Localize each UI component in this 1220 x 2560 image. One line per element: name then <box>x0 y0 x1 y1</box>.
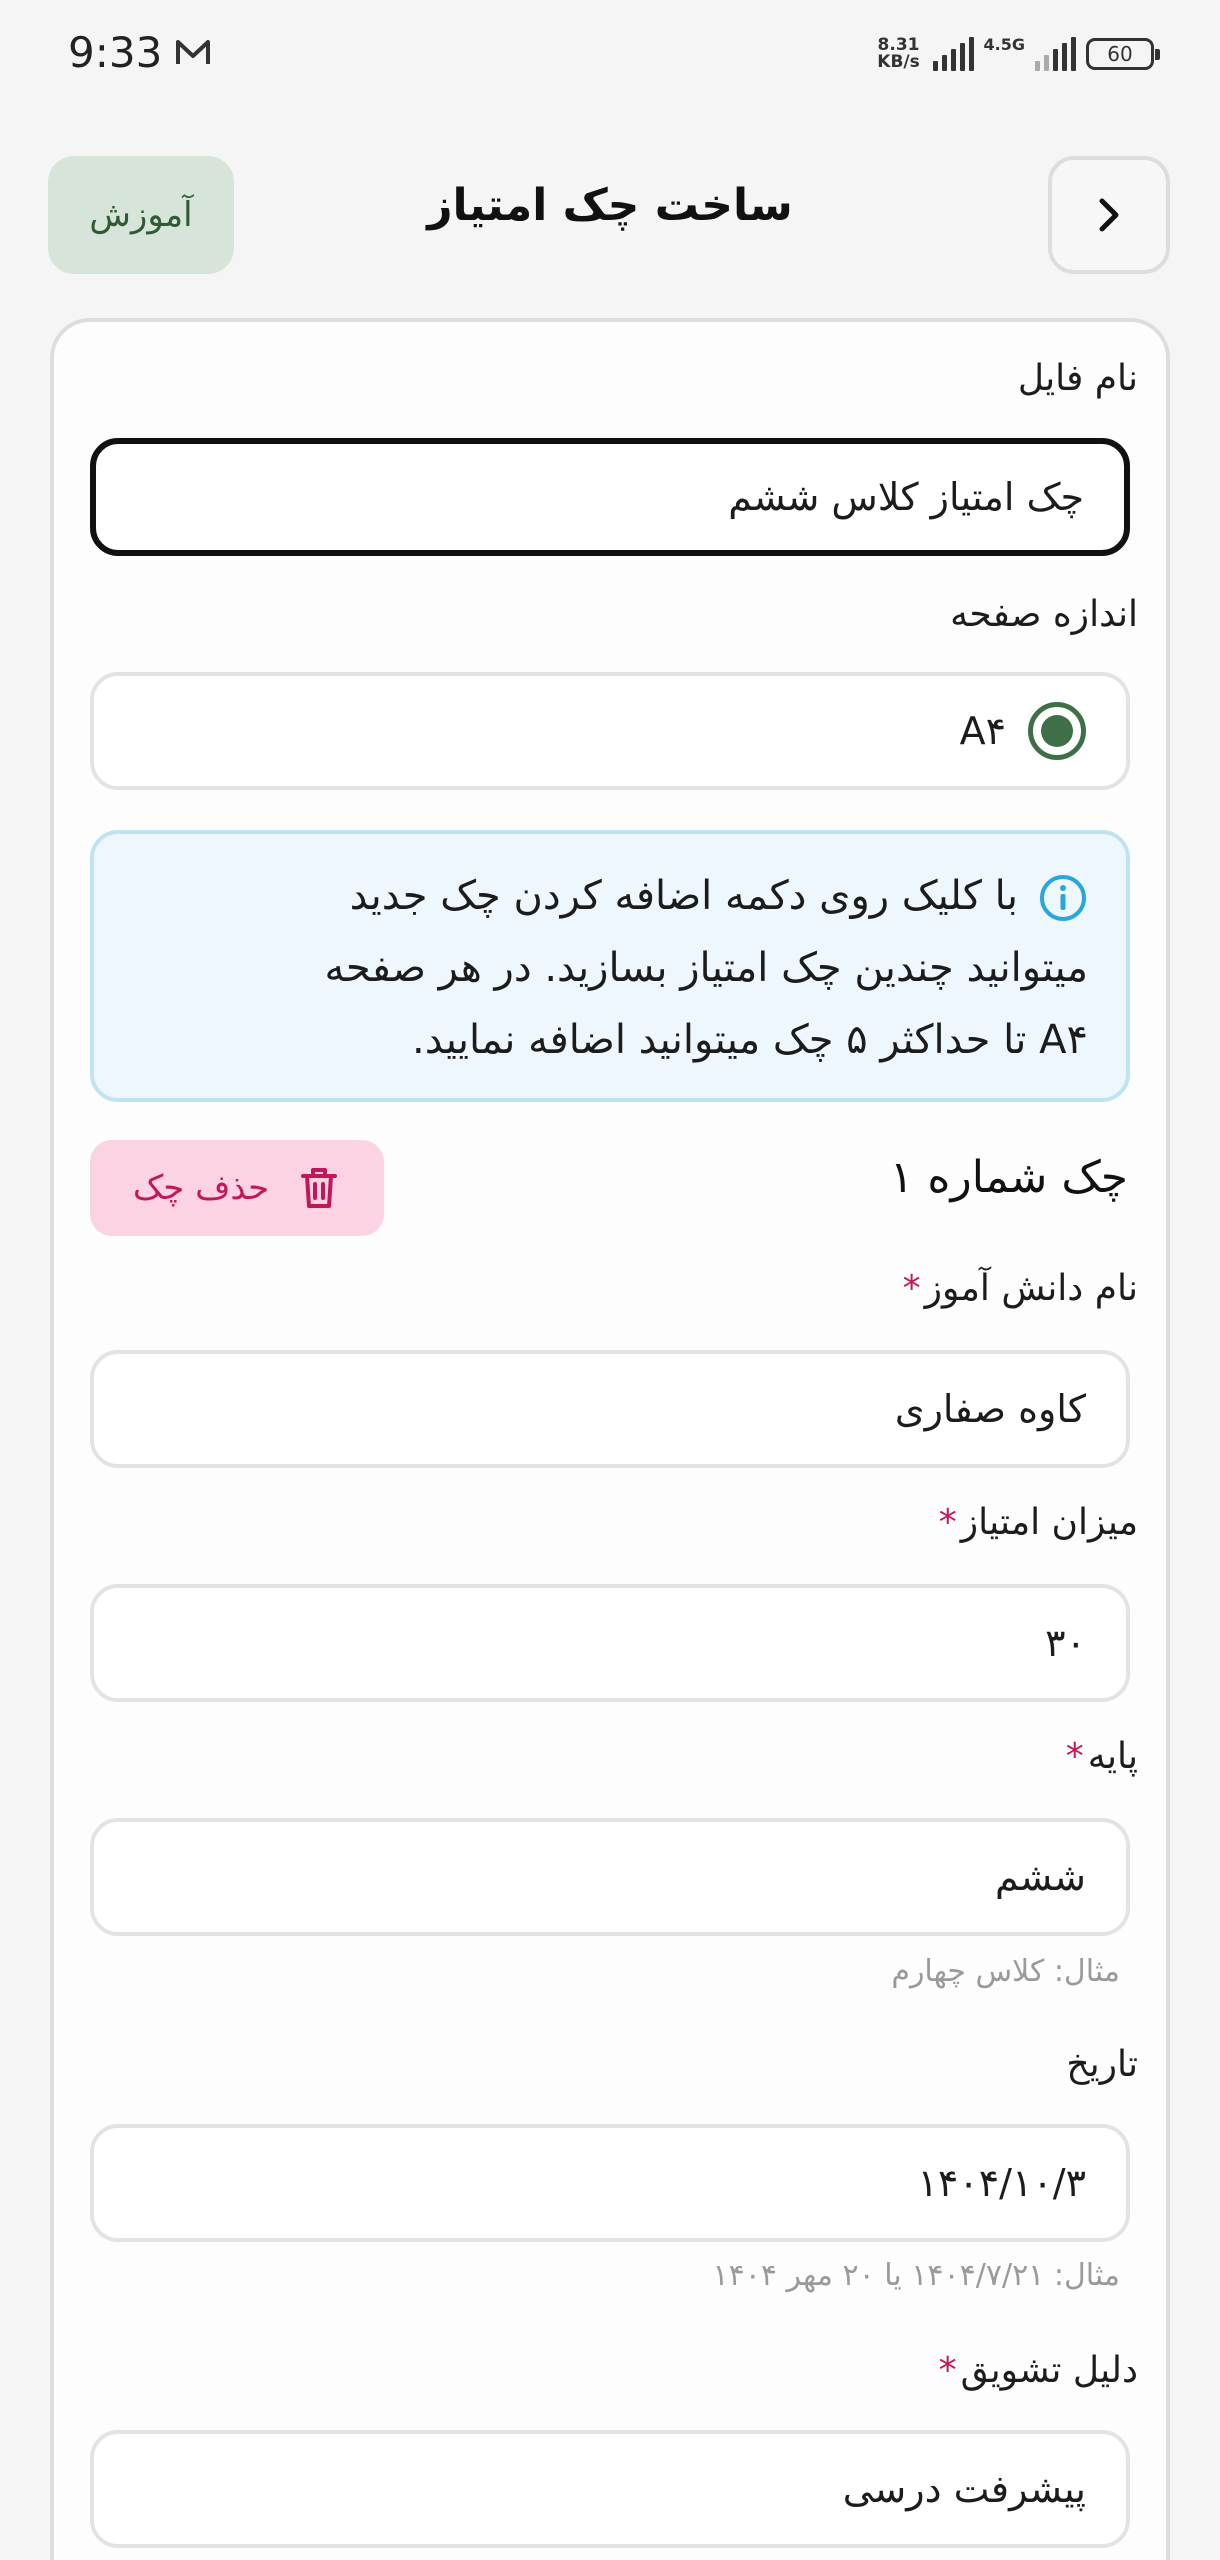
delete-check-label: حذف چک <box>132 1168 270 1208</box>
radio-selected-icon[interactable] <box>1028 702 1086 760</box>
network-type: 4.5G <box>983 34 1025 54</box>
score-label: میزان امتیاز* <box>939 1502 1138 1543</box>
info-icon <box>1040 875 1086 921</box>
file-name-input[interactable]: چک امتیاز کلاس ششم <box>90 438 1130 556</box>
date-input[interactable]: ۱۴۰۴/۱۰/۳ <box>90 2124 1130 2242</box>
net-speed-unit: KB/s <box>877 52 920 72</box>
page-size-value: A۴ <box>959 709 1006 753</box>
info-line-1-text: با کلیک روی دکمه اضافه کردن چک جدید <box>349 873 1018 919</box>
info-text: با کلیک روی دکمه اضافه کردن چک جدید میتو… <box>134 860 1088 1076</box>
date-value: ۱۴۰۴/۱۰/۳ <box>917 2161 1086 2205</box>
info-box: با کلیک روی دکمه اضافه کردن چک جدید میتو… <box>90 830 1130 1102</box>
trash-icon <box>301 1168 338 1208</box>
battery-level: 60 <box>1107 42 1133 66</box>
net-speed: 8.31 KB/s <box>875 37 923 71</box>
status-bar: 9:33 8.31 KB/s 4.5G 60 <box>0 0 1220 108</box>
date-label: تاریخ <box>1066 2044 1138 2085</box>
student-name-label-text: نام دانش آموز <box>924 1268 1138 1309</box>
mail-icon <box>176 40 210 64</box>
grade-label: پایه* <box>1066 1736 1138 1777</box>
status-time: 9:33 <box>68 28 163 77</box>
score-label-text: میزان امتیاز <box>960 1502 1138 1543</box>
reason-input[interactable]: پیشرفت درسی <box>90 2430 1130 2548</box>
score-input[interactable]: ۳۰ <box>90 1584 1130 1702</box>
signal-icon-2 <box>1035 37 1076 71</box>
info-line-1: با کلیک روی دکمه اضافه کردن چک جدید <box>134 860 1088 932</box>
check-title: چک شماره ۱ <box>889 1152 1128 1203</box>
page-size-label: اندازه صفحه <box>950 594 1138 635</box>
battery-icon: 60 <box>1086 38 1160 70</box>
tutorial-button[interactable]: آموزش <box>48 156 234 274</box>
delete-check-button[interactable]: حذف چک <box>90 1140 384 1236</box>
required-mark: * <box>938 1502 957 1543</box>
reason-label: دلیل تشویق* <box>939 2350 1138 2391</box>
student-name-input[interactable]: کاوه صفاری <box>90 1350 1130 1468</box>
grade-helper: مثال: کلاس چهارم <box>891 1954 1120 1989</box>
status-indicators: 8.31 KB/s 4.5G 60 <box>875 32 1160 76</box>
date-helper: مثال: ۱۴۰۴/۷/۲۱ یا ۲۰ مهر ۱۴۰۴ <box>712 2258 1121 2293</box>
reason-value: پیشرفت درسی <box>842 2467 1086 2511</box>
student-name-value: کاوه صفاری <box>894 1387 1086 1431</box>
grade-value: ششم <box>994 1855 1086 1899</box>
required-mark: * <box>938 2350 957 2391</box>
student-name-label: نام دانش آموز* <box>903 1268 1138 1309</box>
grade-label-text: پایه <box>1087 1736 1138 1777</box>
score-value: ۳۰ <box>1045 1621 1086 1665</box>
signal-icon <box>932 37 974 71</box>
grade-input[interactable]: ششم <box>90 1818 1130 1936</box>
file-name-label: نام فایل <box>1017 358 1138 399</box>
reason-label-text: دلیل تشویق <box>960 2350 1138 2391</box>
required-mark: * <box>1065 1736 1084 1777</box>
page-size-option[interactable]: A۴ <box>90 672 1130 790</box>
info-line-3: A۴ تا حداکثر ۵ چک میتوانید اضافه نمایید. <box>412 1017 1088 1063</box>
file-name-value: چک امتیاز کلاس ششم <box>728 475 1084 519</box>
required-mark: * <box>902 1268 921 1309</box>
info-line-2: میتوانید چندین چک امتیاز بسازید. در هر ص… <box>324 945 1088 991</box>
